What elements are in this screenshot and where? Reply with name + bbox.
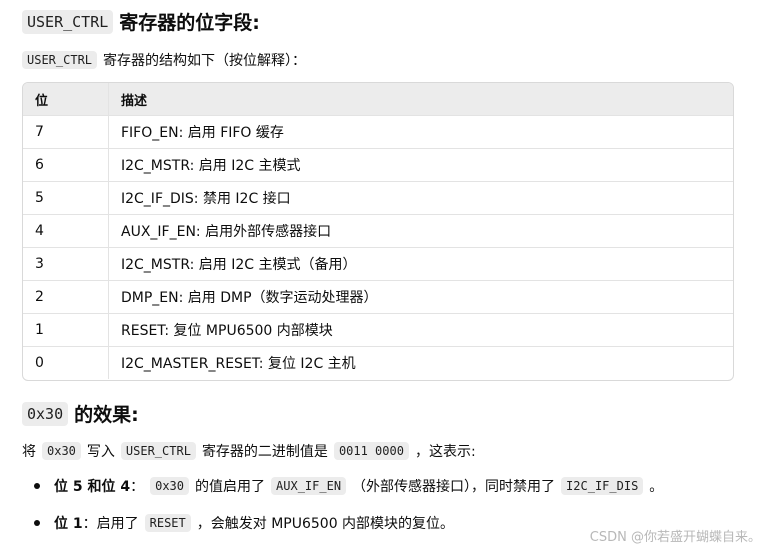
cell-bit: 2: [23, 280, 109, 314]
cell-bit: 4: [23, 214, 109, 248]
table-row: 6 I2C_MSTR: 启用 I2C 主模式: [23, 148, 733, 182]
para-text: 写入: [86, 444, 115, 460]
inline-code: USER_CTRL: [22, 51, 98, 69]
table-row: 3 I2C_MSTR: 启用 I2C 主模式（备用）: [23, 247, 733, 281]
cell-description: I2C_MASTER_RESET: 复位 I2C 主机: [121, 356, 356, 372]
cell-description: RESET: 复位 MPU6500 内部模块: [108, 313, 733, 347]
cell-description: DMP_EN: 启用 DMP（数字运动处理器）: [108, 280, 733, 314]
inline-code: 0x30: [42, 442, 81, 460]
section-heading-bitfields: USER_CTRL 寄存器的位字段:: [22, 8, 260, 35]
table-row: 5 I2C_IF_DIS: 禁用 I2C 接口: [23, 181, 733, 215]
inline-code: USER_CTRL: [120, 442, 196, 460]
bullet-text: （外部传感器接口），同时禁用了: [352, 479, 556, 495]
list-item: 位 1 ：启用了 RESET ，会触发对 MPU6500 内部模块的复位。: [34, 513, 454, 533]
column-header-bit: 位: [23, 83, 109, 116]
inline-code: 0011 0000: [333, 442, 409, 460]
list-item: 位 5 和位 4 ： 0x30 的值启用了 AUX_IF_EN （外部传感器接口…: [34, 476, 663, 496]
inline-code: 0x30: [150, 477, 190, 495]
bullet-text: 的值启用了: [195, 479, 266, 495]
table-row: 2 DMP_EN: 启用 DMP（数字运动处理器）: [23, 280, 733, 314]
bullet-text: ：启用了: [82, 516, 139, 532]
cell-description: AUX_IF_EN: 启用外部传感器接口: [108, 214, 733, 248]
bullet-dot: [34, 483, 40, 489]
bullet-bold: 位 5 和位 4: [54, 479, 131, 495]
cell-description: FIFO_EN: 启用 FIFO 缓存: [108, 115, 733, 149]
cell-description: I2C_MSTR: 启用 I2C 主模式（备用）: [108, 247, 733, 281]
cell-bit: 0: [23, 346, 109, 379]
inline-code: USER_CTRL: [22, 9, 114, 34]
cell-bit: 3: [23, 247, 109, 281]
inline-code: AUX_IF_EN: [271, 477, 347, 495]
section-heading-effect: 0x30 的效果:: [22, 400, 139, 427]
bullet-dot: [34, 520, 40, 526]
cell-bit: 1: [23, 313, 109, 347]
cell-description: I2C_IF_DIS: 禁用 I2C 接口: [108, 181, 733, 215]
inline-code: 0x30: [22, 401, 69, 426]
heading-text: 的效果:: [74, 404, 139, 426]
table-row: 0 I2C_MASTER_RESET: 复位 I2C 主机: [23, 346, 733, 379]
heading-text: 寄存器的位字段:: [119, 12, 260, 34]
para-text: 寄存器的二进制值是: [201, 444, 328, 460]
para-text: ，这表示:: [414, 444, 476, 460]
inline-code: I2C_IF_DIS: [561, 477, 644, 495]
binary-value-paragraph: 将 0x30 写入 USER_CTRL 寄存器的二进制值是 0011 0000 …: [22, 441, 476, 461]
inline-code: RESET: [144, 514, 191, 532]
table-row: 7 FIFO_EN: 启用 FIFO 缓存: [23, 115, 733, 149]
para-text: 将: [22, 444, 36, 460]
table-row: 4 AUX_IF_EN: 启用外部传感器接口: [23, 214, 733, 248]
bullet-bold: 位 1: [54, 516, 83, 532]
table-header-row: 位 描述: [23, 83, 733, 116]
bullet-text: ，会触发对 MPU6500 内部模块的复位。: [196, 516, 455, 532]
bitfield-table: 位 描述 7 FIFO_EN: 启用 FIFO 缓存 6 I2C_MSTR: 启…: [22, 82, 734, 381]
cell-description: I2C_MSTR: 启用 I2C 主模式: [108, 148, 733, 182]
cell-bit: 6: [23, 148, 109, 182]
csdn-watermark: CSDN @你若盛开蝴蝶自来。: [589, 530, 761, 545]
bullet-text: 。: [649, 479, 664, 495]
intro-text: 寄存器的结构如下（按位解释）：: [103, 53, 307, 69]
cell-bit: 5: [23, 181, 109, 215]
bullet-text: ：: [130, 479, 145, 495]
intro-paragraph: USER_CTRL 寄存器的结构如下（按位解释）：: [22, 50, 306, 70]
column-header-description: 描述: [108, 83, 733, 116]
cell-bit: 7: [23, 115, 109, 149]
table-row: 1 RESET: 复位 MPU6500 内部模块: [23, 313, 733, 347]
